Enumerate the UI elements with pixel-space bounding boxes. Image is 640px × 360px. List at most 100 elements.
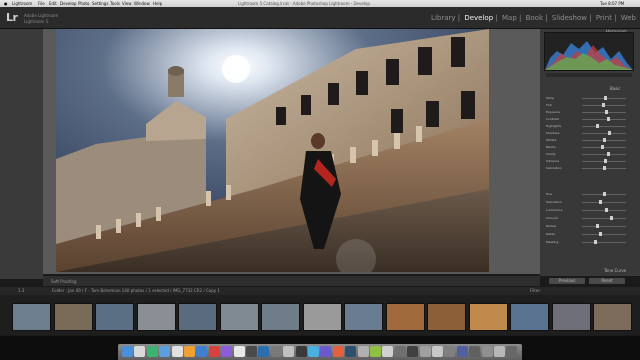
filmstrip-thumbnail[interactable] [261, 303, 300, 331]
menu-file[interactable]: File [38, 0, 45, 7]
slider-track[interactable] [582, 133, 626, 134]
dock-app-icon[interactable] [332, 346, 344, 357]
menu-window[interactable]: Window [134, 0, 150, 7]
filmstrip-thumbnail[interactable] [136, 303, 176, 331]
filmstrip-thumbnail[interactable] [551, 303, 591, 331]
dock-app-icon[interactable] [394, 346, 406, 357]
filmstrip-thumbnail[interactable] [178, 303, 217, 331]
dock-app-icon[interactable] [432, 346, 443, 357]
filmstrip-thumbnail[interactable] [344, 303, 383, 331]
dock-app-icon[interactable] [370, 346, 381, 357]
filmstrip-thumbnail[interactable] [53, 303, 93, 331]
slider-track[interactable] [582, 218, 626, 219]
dock-app-icon[interactable] [283, 346, 295, 357]
slider-knob[interactable] [603, 166, 606, 170]
dock-app-icon[interactable] [494, 346, 505, 357]
main-photo[interactable] [56, 29, 489, 272]
dock-app-icon[interactable] [233, 346, 245, 357]
dock-app-icon[interactable] [407, 346, 419, 357]
dock-app-icon[interactable] [134, 346, 146, 357]
slider-track[interactable] [582, 210, 626, 211]
slider-knob[interactable] [607, 117, 611, 121]
dock-app-icon[interactable] [345, 346, 357, 357]
soft-proofing[interactable]: Soft Proofing [51, 279, 77, 284]
menu-edit[interactable]: Edit [49, 0, 57, 7]
dock-app-icon[interactable] [171, 346, 183, 357]
page-numbers[interactable]: 1 2 [18, 287, 24, 295]
detail-slider-detail[interactable]: Detail [546, 232, 632, 236]
dock-app-icon[interactable] [382, 346, 394, 357]
slider-track[interactable] [582, 242, 626, 243]
basic-slider-exposure[interactable]: Exposure [546, 110, 632, 114]
detail-slider-saturation[interactable]: Saturation [546, 200, 632, 204]
slider-knob[interactable] [598, 200, 602, 204]
slider-knob[interactable] [603, 138, 606, 142]
menu-develop[interactable]: Develop [60, 0, 76, 7]
slider-knob[interactable] [599, 232, 603, 236]
filmstrip-thumbnail[interactable] [12, 303, 51, 331]
basic-panel-label[interactable]: Basic [610, 86, 621, 91]
dock-app-icon[interactable] [295, 346, 307, 357]
menu-tools[interactable]: Tools [110, 0, 120, 7]
slider-knob[interactable] [603, 96, 607, 100]
basic-slider-tint[interactable]: Tint [546, 103, 632, 107]
dock-app-icon[interactable] [320, 346, 332, 357]
dock-app-icon[interactable] [246, 346, 257, 357]
dock-app-icon[interactable] [258, 346, 270, 357]
slider-track[interactable] [582, 202, 626, 203]
slider-track[interactable] [582, 226, 626, 227]
slider-track[interactable] [582, 234, 626, 235]
module-develop[interactable]: Develop [464, 14, 493, 22]
detail-slider-amount[interactable]: Amount [546, 216, 632, 220]
detail-slider-luminance[interactable]: Luminance [546, 208, 632, 212]
slider-track[interactable] [582, 112, 626, 113]
menu-settings[interactable]: Settings [92, 0, 108, 7]
dock-app-icon[interactable] [419, 346, 431, 357]
dock-app-icon[interactable] [456, 346, 468, 357]
menu-lightroom[interactable]: Lightroom [12, 0, 32, 7]
module-library[interactable]: Library [431, 14, 455, 22]
filmstrip-thumbnail[interactable] [219, 303, 259, 331]
reset-button[interactable]: Reset [589, 278, 625, 284]
slider-knob[interactable] [602, 103, 606, 107]
dock-app-icon[interactable] [444, 346, 456, 357]
dock-app-icon[interactable] [146, 346, 158, 357]
dock-app-icon[interactable] [469, 346, 481, 357]
slider-knob[interactable] [608, 131, 612, 135]
slider-knob[interactable] [609, 216, 613, 220]
basic-slider-shadows[interactable]: Shadows [546, 131, 632, 135]
basic-slider-clarity[interactable]: Clarity [546, 152, 632, 156]
module-print[interactable]: Print [596, 14, 612, 22]
dock-app-icon[interactable] [208, 346, 220, 357]
basic-slider-highlights[interactable]: Highlights [546, 124, 632, 128]
basic-slider-whites[interactable]: Whites [546, 138, 632, 142]
module-book[interactable]: Book [526, 14, 543, 22]
dock-app-icon[interactable] [196, 346, 208, 357]
filmstrip-thumbnail[interactable] [593, 303, 632, 331]
tone-curve-label[interactable]: Tone Curve [604, 268, 626, 273]
detail-slider-hue[interactable]: Hue [546, 192, 632, 196]
menu-photo[interactable]: Photo [78, 0, 89, 7]
slider-knob[interactable] [596, 224, 600, 228]
slider-knob[interactable] [604, 159, 608, 163]
dock-app-icon[interactable] [270, 346, 282, 357]
dock-app-icon[interactable] [122, 346, 133, 357]
menu-help[interactable]: Help [153, 0, 162, 7]
slider-knob[interactable] [594, 240, 598, 244]
slider-knob[interactable] [605, 110, 609, 114]
dock-app-icon[interactable] [159, 346, 171, 357]
detail-slider-masking[interactable]: Masking [546, 240, 632, 244]
module-map[interactable]: Map [502, 14, 517, 22]
apple-menu-icon[interactable]: ● [4, 0, 8, 7]
basic-slider-contrast[interactable]: Contrast [546, 117, 632, 121]
slider-track[interactable] [582, 147, 626, 148]
slider-knob[interactable] [605, 208, 609, 212]
slider-knob[interactable] [606, 152, 610, 156]
filmstrip-thumbnail[interactable] [427, 303, 466, 331]
filmstrip-thumbnail[interactable] [385, 303, 425, 331]
slider-knob[interactable] [596, 124, 600, 128]
slider-track[interactable] [582, 126, 626, 127]
dock-app-icon[interactable] [221, 346, 233, 357]
filmstrip-thumbnail[interactable] [95, 303, 134, 331]
basic-slider-blacks[interactable]: Blacks [546, 145, 632, 149]
